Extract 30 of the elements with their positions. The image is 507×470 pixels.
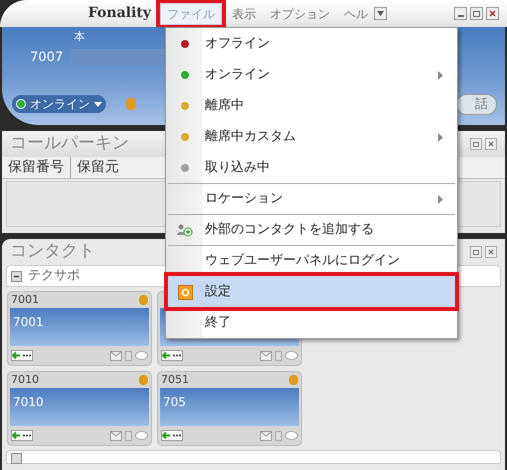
menu-item[interactable]: オプション	[266, 2, 334, 24]
menu-item[interactable]: ロケーション	[168, 183, 455, 214]
menu-item[interactable]: 設定	[168, 276, 455, 307]
menu-item[interactable]: 表示	[228, 2, 260, 24]
contact-name: 7010	[13, 395, 44, 409]
status-dropdown[interactable]: オンライン	[12, 95, 106, 114]
contact-number: 7010	[11, 372, 39, 388]
column-header[interactable]: 保留元	[70, 157, 125, 178]
menu-item[interactable]: オンライン	[168, 59, 455, 90]
contact-number: 7051	[161, 372, 189, 388]
contact-name: 7001	[13, 315, 44, 329]
menu-item[interactable]: ヘル	[340, 2, 372, 24]
contact-card[interactable]: 7051 705	[157, 371, 302, 446]
group-name: テクサポ	[28, 267, 80, 286]
menu-item[interactable]: オフライン	[168, 28, 455, 59]
panel-title: コールパーキン	[10, 132, 129, 156]
menu-item[interactable]: 外部のコンタクトを追加する	[168, 214, 455, 245]
contact-number: 7001	[11, 292, 39, 308]
panel-title: コンタクト	[10, 240, 95, 264]
contact-card[interactable]: 7001 7001	[7, 291, 152, 366]
contact-card[interactable]: 7010 7010	[7, 371, 152, 446]
menu-item[interactable]: 終了	[168, 307, 455, 338]
menu-item[interactable]: 離席中	[168, 90, 455, 121]
window-title: Fonality	[88, 4, 152, 23]
column-header[interactable]: 保留番号	[2, 157, 70, 178]
menu-item[interactable]: 取り込み中	[168, 152, 455, 183]
tab-label[interactable]: 本	[74, 29, 85, 46]
extension-number: 7007	[30, 48, 64, 66]
menu-item[interactable]: 離席中カスタム	[168, 121, 455, 152]
contact-name: 705	[163, 395, 186, 409]
